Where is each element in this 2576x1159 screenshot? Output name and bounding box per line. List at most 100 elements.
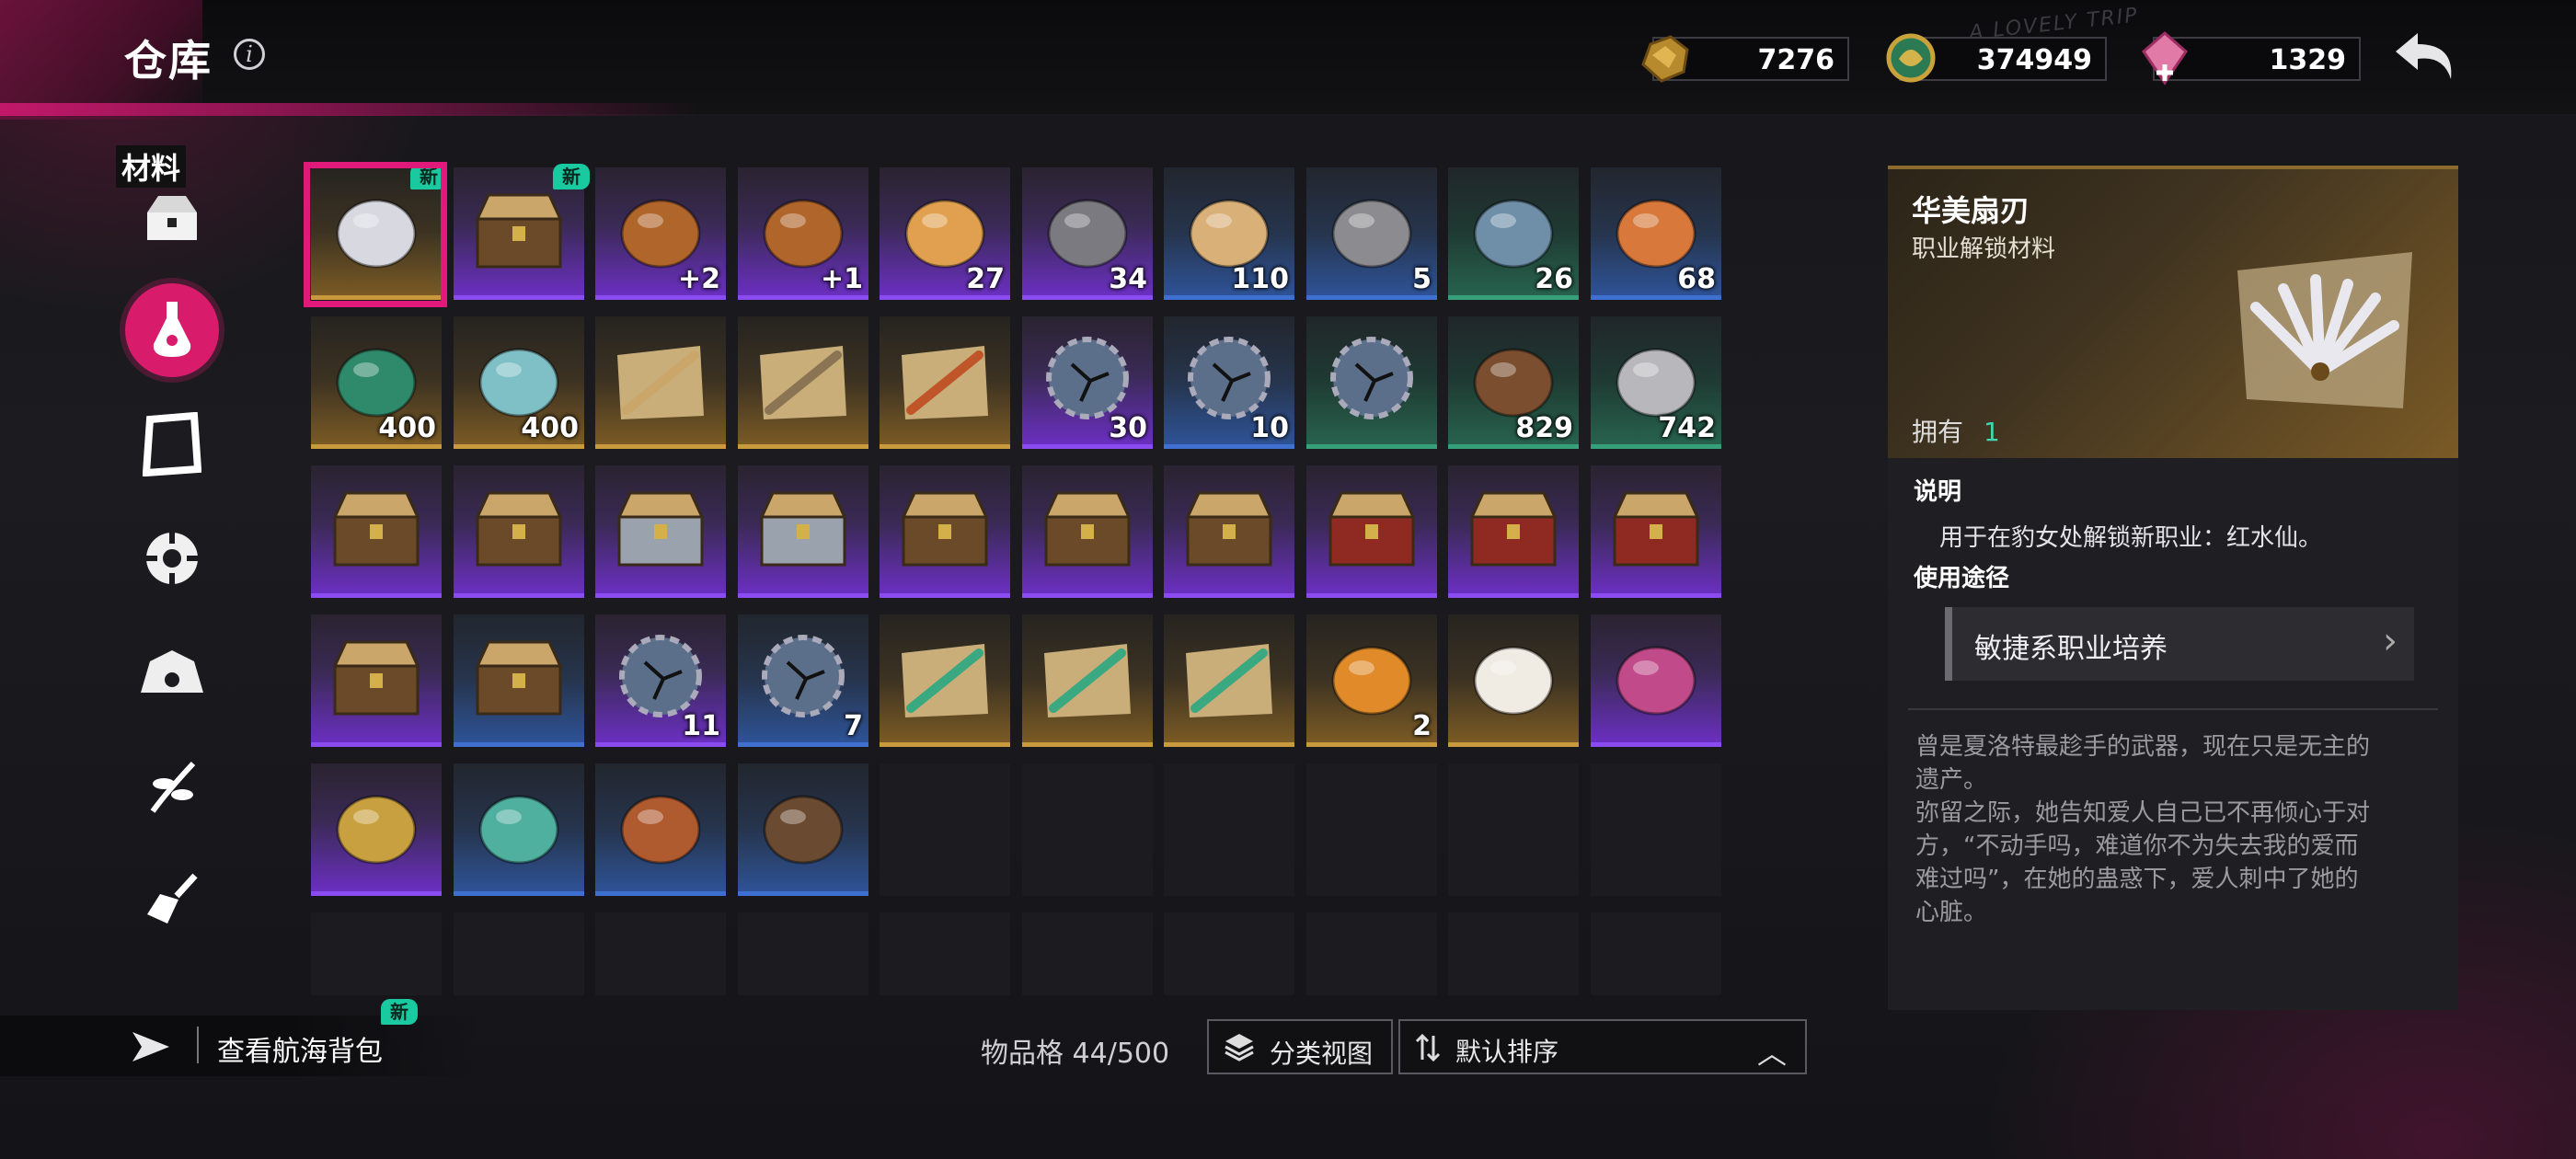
empty-slot: [1164, 763, 1294, 896]
item-quantity: 27: [966, 263, 1005, 295]
dragon-coin-icon: [1886, 33, 1936, 83]
empty-slot: [1022, 763, 1153, 896]
item-quantity: 742: [1658, 412, 1716, 444]
chest-icon: [1185, 491, 1273, 567]
item-detail-header: 华美扇刃 职业解锁材料 拥有 1: [1888, 166, 2458, 458]
gold-value: 7276: [1757, 44, 1835, 76]
item-quantity: 7: [844, 710, 863, 742]
inventory-slot[interactable]: [1164, 614, 1294, 747]
empty-slot: [880, 912, 1010, 995]
sword-scroll-icon: [760, 346, 846, 419]
info-icon[interactable]: i: [234, 39, 265, 70]
inventory-slot[interactable]: [1022, 465, 1153, 598]
category-view-button[interactable]: 分类视图: [1207, 1019, 1393, 1074]
orb-scroll-icon: [902, 346, 988, 419]
inventory-slot[interactable]: [1306, 465, 1437, 598]
usage-button-label: 敏捷系职业培养: [1974, 633, 2168, 665]
voyage-bag-button[interactable]: 查看航海背包 新: [0, 999, 478, 1076]
inventory-slot[interactable]: [880, 465, 1010, 598]
inventory-slot[interactable]: [1591, 465, 1721, 598]
inventory-slot[interactable]: 400: [454, 316, 584, 449]
rocket-scroll-icon: [1044, 644, 1131, 717]
sort-dropdown[interactable]: 默认排序 ︿: [1398, 1019, 1807, 1074]
inventory-slot[interactable]: [1022, 614, 1153, 747]
back-arrow-icon[interactable]: [2390, 28, 2464, 86]
owned-label: 拥有: [1912, 417, 1964, 447]
card-frame-icon: [143, 412, 201, 476]
inventory-slot[interactable]: [595, 763, 726, 896]
gem-value: 1329: [2269, 44, 2347, 76]
empty-slot: [1306, 763, 1437, 896]
description-text: 用于在豹女处解锁新职业：红水仙。: [1939, 524, 2323, 552]
inventory-slot[interactable]: 68: [1591, 167, 1721, 300]
item-quantity: 34: [1109, 263, 1147, 295]
inventory-slot[interactable]: +2: [595, 167, 726, 300]
inventory-slot[interactable]: 34: [1022, 167, 1153, 300]
inventory-slot[interactable]: [880, 614, 1010, 747]
empty-slot: [1591, 912, 1721, 995]
inventory-slot[interactable]: [595, 465, 726, 598]
item-quantity: 30: [1109, 412, 1147, 444]
sidebar-item-herbs[interactable]: [125, 740, 219, 833]
inventory-slot[interactable]: 829: [1448, 316, 1579, 449]
potion-icon: [153, 302, 191, 357]
item-quantity: 68: [1677, 263, 1716, 295]
item-owned: 拥有 1: [1912, 412, 2000, 449]
inventory-slot[interactable]: 11: [595, 614, 726, 747]
sidebar-item-tools[interactable]: [125, 854, 219, 947]
empty-slot: [454, 912, 584, 995]
layers-icon: [1225, 1034, 1254, 1061]
sidebar-item-chest[interactable]: [125, 171, 219, 265]
selected-item-frame: [304, 162, 447, 307]
inventory-slot[interactable]: [1448, 614, 1579, 747]
herb-icon: [150, 761, 196, 813]
necklace-icon: [1616, 646, 1696, 716]
inventory-slot[interactable]: 110: [1164, 167, 1294, 300]
inventory-slot[interactable]: [1164, 465, 1294, 598]
pink-gem-plus-icon: [2142, 31, 2188, 86]
inventory-slot[interactable]: +1: [738, 167, 868, 300]
locket-icon: [336, 795, 417, 865]
chest-icon: [1043, 491, 1132, 567]
fan-blade-icon: [2237, 252, 2412, 408]
new-badge: 新: [553, 164, 590, 189]
shovel-icon: [147, 873, 198, 924]
inventory-slot[interactable]: [454, 465, 584, 598]
chevron-right-icon: ›: [2383, 620, 2398, 662]
usage-button[interactable]: 敏捷系职业培养 ›: [1945, 607, 2414, 681]
inventory-slot[interactable]: [311, 614, 442, 747]
inventory-slot[interactable]: 742: [1591, 316, 1721, 449]
inventory-slot[interactable]: [738, 763, 868, 896]
item-name: 华美扇刃: [1912, 193, 2030, 228]
empty-slot: [1022, 912, 1153, 995]
inventory-slot[interactable]: 7: [738, 614, 868, 747]
inventory-slot[interactable]: 30: [1022, 316, 1153, 449]
inventory-slot[interactable]: [311, 465, 442, 598]
inventory-slot[interactable]: 10: [1164, 316, 1294, 449]
inventory-slot[interactable]: 400: [311, 316, 442, 449]
inventory-slot[interactable]: 27: [880, 167, 1010, 300]
sidebar-item-cards[interactable]: [125, 397, 219, 491]
currency-gem[interactable]: 1329: [2142, 31, 2361, 86]
inventory-slot[interactable]: [738, 465, 868, 598]
inventory-slot[interactable]: [1591, 614, 1721, 747]
inventory-slot[interactable]: [1448, 465, 1579, 598]
inventory-slot[interactable]: [454, 763, 584, 896]
item-type: 职业解锁材料: [1912, 235, 2056, 263]
inventory-slot[interactable]: [880, 316, 1010, 449]
inventory-slot[interactable]: 5: [1306, 167, 1437, 300]
sidebar-item-parts[interactable]: [125, 511, 219, 605]
sidebar-item-equipment[interactable]: [125, 625, 219, 719]
inventory-slot[interactable]: 2: [1306, 614, 1437, 747]
inventory-slot[interactable]: [1306, 316, 1437, 449]
tome-icon: [620, 795, 701, 865]
inventory-slot[interactable]: [454, 614, 584, 747]
sidebar-item-materials[interactable]: [125, 283, 219, 377]
inventory-slot[interactable]: [595, 316, 726, 449]
item-quantity: 400: [378, 412, 436, 444]
red-chest-icon: [1328, 491, 1416, 567]
inventory-slot[interactable]: 26: [1448, 167, 1579, 300]
inventory-slot[interactable]: [311, 763, 442, 896]
item-quantity: 10: [1250, 412, 1289, 444]
inventory-slot[interactable]: [738, 316, 868, 449]
